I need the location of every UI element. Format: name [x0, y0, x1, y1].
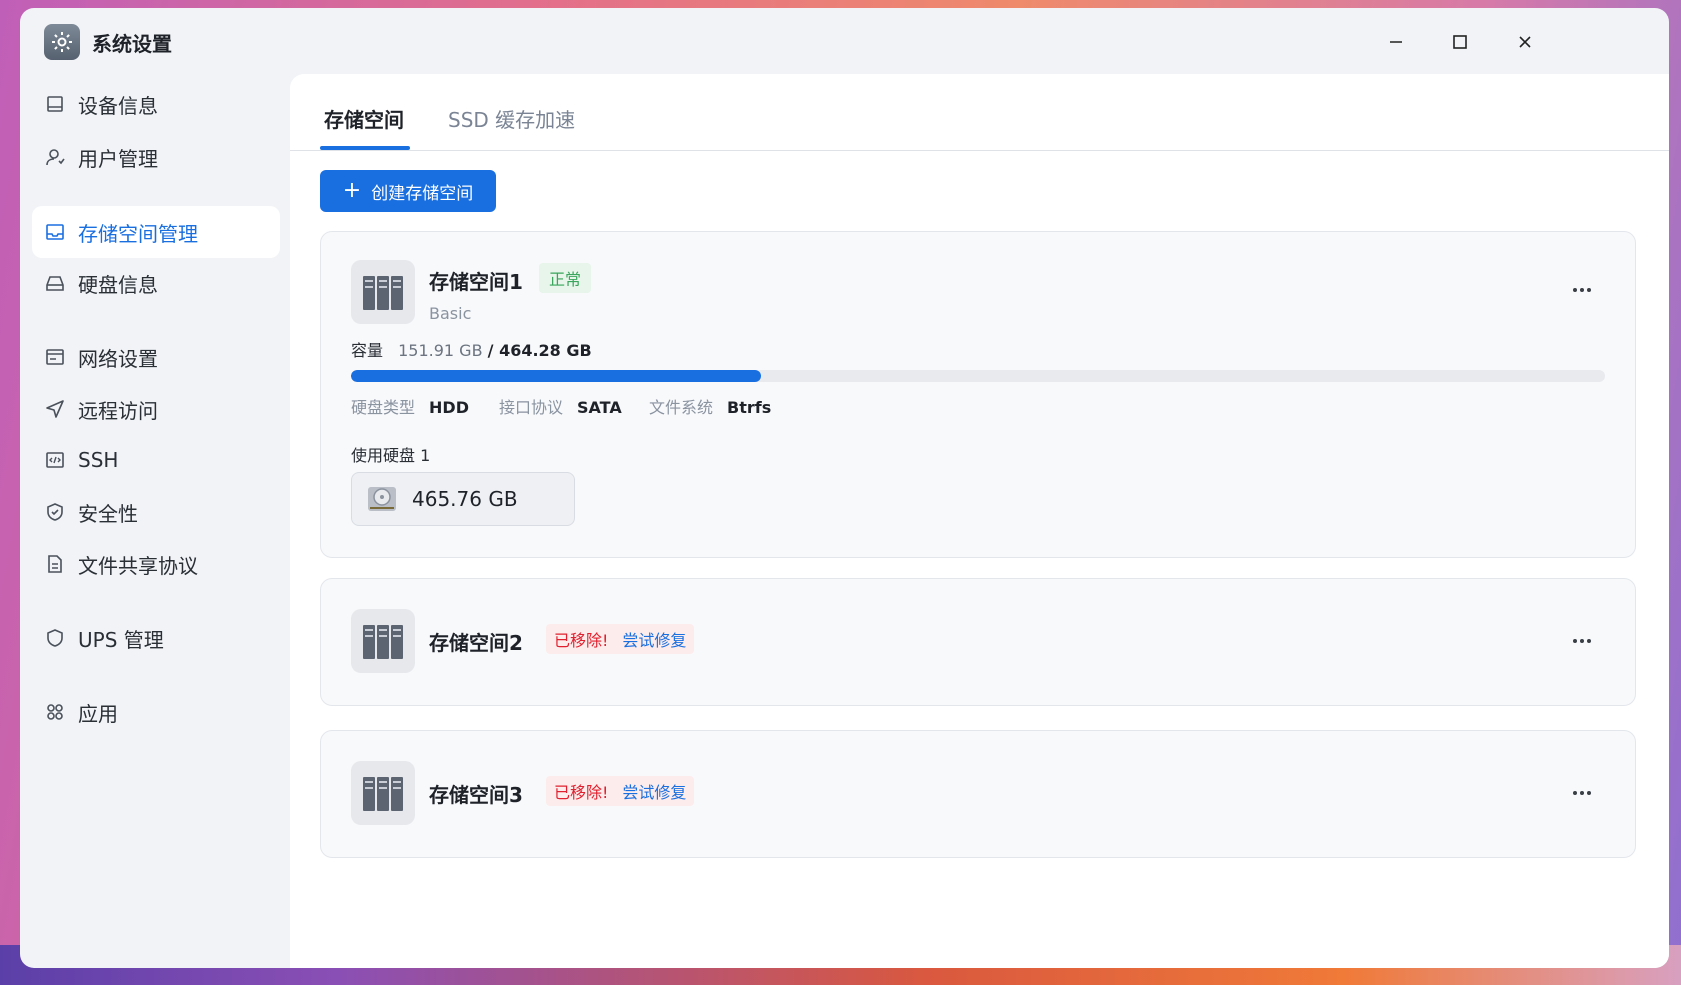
filesystem-info: 文件系统 Btrfs [649, 394, 771, 418]
disk-chip[interactable]: 465.76 GB [351, 472, 575, 526]
shield-check-icon [44, 501, 66, 523]
sidebar-item-security[interactable]: 安全性 [32, 486, 280, 538]
sidebar-item-label: 远程访问 [78, 398, 158, 423]
sidebar-item-label: 文件共享协议 [78, 553, 198, 578]
send-icon [44, 398, 66, 420]
hard-drive-icon [368, 487, 396, 511]
sidebar-item-label: 网络设置 [78, 346, 158, 371]
title-bar: 系统设置 [20, 8, 1669, 74]
disk-type-info: 硬盘类型 HDD [351, 394, 469, 418]
sidebar-item-storage-management[interactable]: 存储空间管理 [32, 206, 280, 258]
file-icon [44, 553, 66, 575]
close-icon [1519, 36, 1531, 48]
status-badge: 正常 [539, 263, 592, 293]
interface-label: 接口协议 [499, 398, 564, 417]
more-options-button[interactable] [1567, 631, 1597, 651]
active-tab-indicator [320, 146, 410, 150]
capacity-progress-fill [351, 370, 762, 382]
close-button[interactable] [1507, 24, 1543, 60]
disk-size: 465.76 GB [412, 487, 518, 511]
apps-icon [44, 701, 66, 723]
pool-name: 存储空间2 [429, 631, 523, 655]
minimize-button[interactable] [1378, 24, 1414, 60]
server-icon [351, 761, 415, 825]
maximize-button[interactable] [1442, 24, 1478, 60]
device-icon [44, 93, 66, 115]
interface-value: SATA [577, 398, 622, 417]
main-content: 存储空间 SSD 缓存加速 + 创建存储空间 存储空间1 正常 Basic 容量… [290, 74, 1669, 968]
sidebar-item-user-management[interactable]: 用户管理 [32, 131, 280, 183]
sidebar-item-label: SSH [78, 448, 119, 472]
interface-info: 接口协议 SATA [499, 394, 622, 418]
sidebar-item-network[interactable]: 网络设置 [32, 331, 280, 383]
used-disks-label: 使用硬盘 1 [351, 446, 431, 465]
more-options-button[interactable] [1567, 280, 1597, 300]
sidebar-item-apps[interactable]: 应用 [32, 686, 280, 738]
capacity-used: 151.91 GB [398, 341, 483, 360]
sidebar-item-label: 用户管理 [78, 146, 158, 171]
sidebar-item-device-info[interactable]: 设备信息 [32, 78, 280, 130]
minimize-icon [1390, 41, 1402, 43]
try-repair-link[interactable]: 尝试修复 [622, 779, 686, 803]
code-icon [44, 449, 66, 471]
removed-status: 已移除! [554, 783, 609, 802]
server-icon [351, 609, 415, 673]
storage-pool-card: 存储空间3 已移除! 尝试修复 [320, 730, 1636, 858]
capacity-progress-bar [351, 370, 1605, 382]
create-storage-label: 创建存储空间 [371, 183, 474, 204]
try-repair-link[interactable]: 尝试修复 [622, 627, 686, 651]
capacity-total: / 464.28 GB [487, 341, 592, 360]
sidebar-item-label: 存储空间管理 [78, 221, 198, 246]
window-title: 系统设置 [92, 32, 172, 56]
capacity-row: 容量 151.91 GB / 464.28 GB [351, 337, 592, 361]
sidebar-item-file-sharing[interactable]: 文件共享协议 [32, 538, 280, 590]
maximize-icon [1453, 35, 1467, 49]
tab-ssd-cache[interactable]: SSD 缓存加速 [448, 104, 575, 133]
tab-bar: 存储空间 SSD 缓存加速 [290, 74, 1669, 151]
disk-icon [44, 272, 66, 294]
pool-type: Basic [429, 304, 472, 323]
server-icon [351, 260, 415, 324]
disk-type-label: 硬盘类型 [351, 398, 416, 417]
sidebar-item-ups[interactable]: UPS 管理 [32, 612, 280, 664]
status-badge: 已移除! 尝试修复 [546, 624, 695, 654]
settings-app-icon [44, 24, 80, 60]
sidebar-item-ssh[interactable]: SSH [32, 434, 280, 486]
pool-name: 存储空间1 [429, 270, 523, 294]
filesystem-value: Btrfs [727, 398, 772, 417]
sidebar: 设备信息 用户管理 存储空间管理 硬盘信息 网络设置 远程访问 SSH 安全性 [20, 74, 290, 968]
removed-status: 已移除! [554, 631, 609, 650]
pool-name: 存储空间3 [429, 783, 523, 807]
storage-pool-card: 存储空间2 已移除! 尝试修复 [320, 578, 1636, 706]
more-options-button[interactable] [1567, 783, 1597, 803]
network-icon [44, 346, 66, 368]
sidebar-item-label: 应用 [78, 701, 118, 726]
capacity-label: 容量 [351, 341, 384, 360]
status-badge: 已移除! 尝试修复 [546, 776, 695, 806]
sidebar-item-label: UPS 管理 [78, 627, 164, 652]
disk-type-value: HDD [429, 398, 469, 417]
user-icon [44, 146, 66, 168]
storage-pool-card: 存储空间1 正常 Basic 容量 151.91 GB / 464.28 GB … [320, 231, 1636, 558]
sidebar-item-remote-access[interactable]: 远程访问 [32, 383, 280, 435]
filesystem-label: 文件系统 [649, 398, 714, 417]
sidebar-item-label: 安全性 [78, 501, 138, 526]
storage-icon [44, 221, 66, 243]
sidebar-item-label: 设备信息 [78, 93, 158, 118]
sidebar-item-disk-info[interactable]: 硬盘信息 [32, 257, 280, 309]
shield-icon [44, 627, 66, 649]
plus-icon: + [342, 178, 362, 203]
settings-window: 系统设置 设备信息 用户管理 存储空间管理 硬盘信息 网络设置 远程访问 SSH… [20, 8, 1669, 968]
create-storage-button[interactable]: + 创建存储空间 [320, 170, 496, 212]
sidebar-item-label: 硬盘信息 [78, 272, 158, 297]
tab-storage[interactable]: 存储空间 [324, 104, 404, 133]
